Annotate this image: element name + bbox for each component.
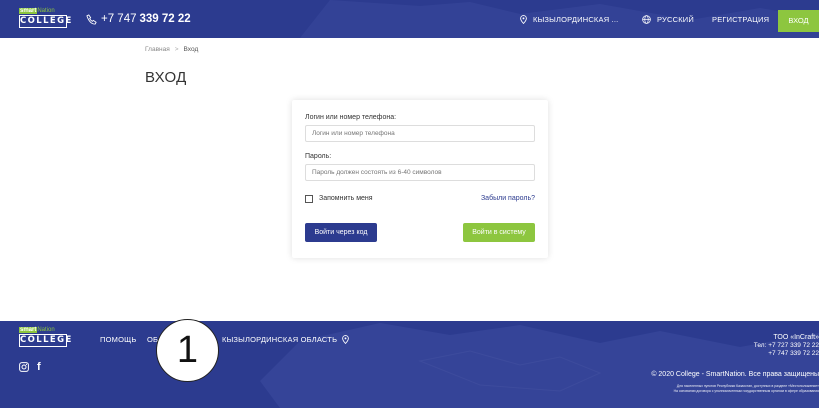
footer-phone-1[interactable]: Тел: +7 727 339 72 22: [754, 342, 819, 349]
top-header: smartNation COLLEGE +7 747 339 72 22 КЫЗ…: [0, 0, 819, 38]
breadcrumb-current: Вход: [183, 46, 199, 53]
footer-nav-region[interactable]: КЫЗЫЛОРДИНСКАЯ ОБЛАСТЬ: [222, 335, 350, 344]
language-selector[interactable]: РУССКИЙ: [642, 15, 694, 24]
remember-me-label[interactable]: Запомнить меня: [319, 195, 373, 202]
footer-college-logo[interactable]: smartNation COLLEGE: [19, 327, 73, 350]
footer-copyright: © 2020 College - SmartNation. Все права …: [651, 371, 819, 378]
language-label: РУССКИЙ: [657, 15, 694, 24]
footer-logo-college-text: COLLEGE: [19, 334, 73, 347]
footer-note-2: На основании договора с уполномоченным г…: [673, 389, 819, 393]
breadcrumb: Главная > Вход: [145, 46, 198, 53]
breadcrumb-home[interactable]: Главная: [145, 46, 170, 53]
footer-logo-nation-text: Nation: [37, 327, 55, 333]
login-with-code-button[interactable]: Войти через код: [305, 223, 377, 242]
login-input[interactable]: [305, 125, 535, 142]
location-pin-icon: [520, 15, 527, 24]
college-logo[interactable]: smartNation COLLEGE: [19, 8, 73, 31]
page-title: ВХОД: [145, 69, 187, 86]
phone-number: 339 72 22: [139, 13, 191, 25]
footer-company: ТОО «InCraft»: [773, 334, 819, 341]
breadcrumb-separator: >: [174, 46, 179, 53]
footer-logo-smart-text: smart: [19, 327, 38, 333]
footer-nav-help[interactable]: ПОМОЩЬ: [100, 335, 136, 344]
footer-note-1: Для населенных пунктов Республики Казахс…: [676, 384, 819, 388]
annotation-marker: 1: [156, 319, 219, 382]
location-pin-icon: [342, 335, 350, 344]
login-field-label: Логин или номер телефона:: [305, 114, 397, 121]
phone-prefix: +7 747: [101, 13, 137, 25]
header-login-button[interactable]: ВХОД: [778, 10, 819, 32]
footer: smartNation COLLEGE ПОМОЩЬ ОБ КЫЗЫЛОРДИН…: [0, 321, 819, 408]
password-input[interactable]: [305, 164, 535, 181]
login-form-card: Логин или номер телефона: Пароль: Запомн…: [292, 100, 548, 258]
footer-region-label: КЫЗЫЛОРДИНСКАЯ ОБЛАСТЬ: [222, 335, 338, 344]
password-field-label: Пароль:: [305, 153, 332, 160]
header-phone[interactable]: +7 747 339 72 22: [86, 13, 191, 25]
globe-icon: [642, 15, 651, 24]
forgot-password-link[interactable]: Забыли пароль?: [481, 195, 535, 202]
facebook-icon[interactable]: f: [37, 361, 41, 373]
login-submit-button[interactable]: Войти в систему: [463, 223, 535, 242]
region-label: КЫЗЫЛОРДИНСКАЯ ...: [533, 15, 619, 24]
remember-me-checkbox[interactable]: [305, 195, 313, 203]
footer-phone-2[interactable]: +7 747 339 72 22: [768, 350, 819, 357]
phone-icon: [86, 13, 97, 25]
logo-smart-text: smart: [19, 8, 38, 14]
footer-social-links: f: [19, 361, 41, 373]
region-selector[interactable]: КЫЗЫЛОРДИНСКАЯ ...: [520, 15, 618, 24]
register-link[interactable]: РЕГИСТРАЦИЯ: [712, 15, 769, 24]
logo-nation-text: Nation: [37, 8, 55, 14]
instagram-icon[interactable]: [19, 362, 29, 372]
logo-college-text: COLLEGE: [19, 15, 73, 28]
